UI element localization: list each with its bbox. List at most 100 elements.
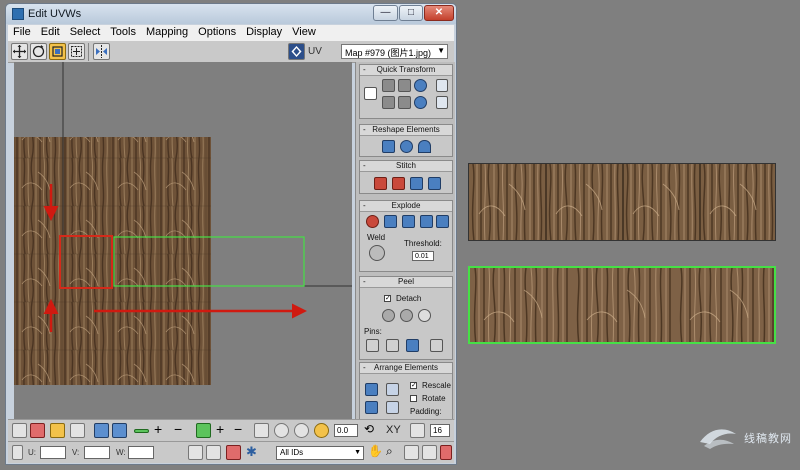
snap-icon[interactable]: ✱ bbox=[246, 445, 261, 460]
paint-brush-size-icon[interactable] bbox=[274, 423, 289, 438]
ring-grow-icon[interactable] bbox=[134, 429, 149, 433]
space-horizontal-icon[interactable] bbox=[436, 79, 448, 92]
align-diagonal-icon[interactable] bbox=[398, 79, 411, 92]
peel-mode-icon[interactable] bbox=[400, 309, 413, 322]
explode-header[interactable]: - Explode bbox=[360, 201, 452, 212]
soft-select-icon[interactable] bbox=[314, 423, 329, 438]
reshape-elements-header[interactable]: - Reshape Elements bbox=[360, 125, 452, 136]
stitch-to-source-icon[interactable] bbox=[410, 177, 423, 190]
polygon-mode-icon[interactable] bbox=[50, 423, 65, 438]
top-toolbar: UV Map #979 (图片1.jpg) ▼ bbox=[8, 41, 454, 63]
loop-grow-icon[interactable]: + bbox=[154, 422, 169, 438]
menu-mapping[interactable]: Mapping bbox=[141, 25, 193, 41]
align-vertical-icon[interactable] bbox=[382, 79, 395, 92]
shrink-selection-icon[interactable] bbox=[112, 423, 127, 438]
vertex-mode-icon[interactable] bbox=[12, 423, 27, 438]
quick-peel-icon[interactable] bbox=[382, 309, 395, 322]
absolute-mode-icon[interactable] bbox=[12, 445, 23, 460]
arrange-elements-header[interactable]: - Arrange Elements bbox=[360, 363, 452, 374]
rotate-cw-icon[interactable] bbox=[414, 79, 427, 92]
relax-until-flat-icon[interactable] bbox=[418, 140, 431, 153]
texture-map-dropdown[interactable]: Map #979 (图片1.jpg) ▼ bbox=[341, 44, 448, 59]
peel-header[interactable]: - Peel bbox=[360, 277, 452, 288]
uv-canvas[interactable] bbox=[14, 62, 352, 420]
checker-map-icon[interactable] bbox=[288, 43, 305, 60]
stitch-to-target-icon[interactable] bbox=[374, 177, 387, 190]
edge-mode-icon[interactable] bbox=[30, 423, 45, 438]
space-vertical-icon[interactable] bbox=[436, 96, 448, 109]
stitch-average-icon[interactable] bbox=[392, 177, 405, 190]
ring-grow-plus-icon[interactable]: + bbox=[216, 422, 231, 438]
rotate-tool-icon[interactable] bbox=[30, 43, 47, 60]
menu-select[interactable]: Select bbox=[65, 25, 106, 41]
flatten-by-smoothing-icon[interactable] bbox=[402, 215, 415, 228]
material-id-dropdown[interactable]: All IDs ▼ bbox=[276, 446, 364, 460]
filter-selected-faces-icon[interactable] bbox=[206, 445, 221, 460]
detach-checkbox[interactable]: ✓ bbox=[384, 295, 391, 302]
w-coordinate-input[interactable] bbox=[128, 446, 154, 459]
flatten-by-material-icon[interactable] bbox=[420, 215, 433, 228]
threshold-input[interactable]: 0.01 bbox=[412, 251, 434, 261]
redirect-arrow-icon[interactable]: ⟲ bbox=[364, 423, 379, 438]
menu-tools[interactable]: Tools bbox=[105, 25, 141, 41]
title-bar[interactable]: Edit UVWs — □ ✕ bbox=[6, 4, 456, 24]
weld-target-icon[interactable] bbox=[369, 245, 385, 261]
detach-edge-icon[interactable] bbox=[436, 215, 449, 228]
zoom-region-icon[interactable] bbox=[404, 445, 419, 460]
angle-input[interactable]: 0.0 bbox=[334, 424, 358, 437]
grid-snap-icon[interactable] bbox=[440, 445, 452, 460]
point-to-point-seam-icon[interactable] bbox=[386, 339, 399, 352]
minimize-button[interactable]: — bbox=[373, 5, 398, 21]
v-coordinate-input[interactable] bbox=[84, 446, 110, 459]
flatten-icon[interactable] bbox=[384, 215, 397, 228]
zoom-icon[interactable]: ⌕ bbox=[386, 445, 401, 460]
loop-shrink-icon[interactable]: − bbox=[174, 422, 189, 438]
show-hidden-icon[interactable] bbox=[226, 445, 241, 460]
freeform-tool-icon[interactable] bbox=[68, 43, 85, 60]
grow-selection-icon[interactable] bbox=[94, 423, 109, 438]
zoom-input[interactable]: 16 bbox=[430, 424, 450, 437]
pack-custom-icon[interactable] bbox=[365, 383, 378, 396]
menu-file[interactable]: File bbox=[8, 25, 36, 41]
ring-select-icon[interactable] bbox=[196, 423, 211, 438]
paint-select-icon[interactable] bbox=[254, 423, 269, 438]
straighten-icon[interactable] bbox=[398, 96, 411, 109]
rotate-checkbox[interactable] bbox=[410, 395, 417, 402]
straighten-selection-icon[interactable] bbox=[382, 140, 395, 153]
xy-toggle[interactable]: XY bbox=[386, 424, 401, 436]
stitch-custom-icon[interactable] bbox=[428, 177, 441, 190]
menu-display[interactable]: Display bbox=[241, 25, 287, 41]
break-icon[interactable] bbox=[366, 215, 379, 228]
scale-tool-icon[interactable] bbox=[49, 43, 66, 60]
element-mode-icon[interactable] bbox=[70, 423, 85, 438]
pack-together-icon[interactable] bbox=[365, 401, 378, 414]
pan-hand-icon[interactable]: ✋ bbox=[368, 445, 383, 460]
maximize-button[interactable]: □ bbox=[399, 5, 423, 21]
zoom-extents-icon[interactable] bbox=[422, 445, 437, 460]
expand-seam-icon[interactable] bbox=[430, 339, 443, 352]
pin-selected-icon[interactable] bbox=[406, 339, 419, 352]
set-pivot-icon[interactable] bbox=[364, 87, 377, 100]
stitch-header[interactable]: - Stitch bbox=[360, 161, 452, 172]
close-button[interactable]: ✕ bbox=[424, 5, 454, 21]
menu-view[interactable]: View bbox=[287, 25, 321, 41]
ring-shrink-minus-icon[interactable]: − bbox=[234, 422, 249, 438]
rescale-elements-icon[interactable] bbox=[386, 401, 399, 414]
u-coordinate-input[interactable] bbox=[40, 446, 66, 459]
lock-selection-icon[interactable] bbox=[188, 445, 203, 460]
move-tool-icon[interactable] bbox=[11, 43, 28, 60]
edit-seams-icon[interactable] bbox=[366, 339, 379, 352]
pack-normalize-icon[interactable] bbox=[386, 383, 399, 396]
menu-edit[interactable]: Edit bbox=[36, 25, 65, 41]
uv-editor-viewport[interactable] bbox=[14, 62, 352, 420]
paint-brush-shrink-icon[interactable] bbox=[294, 423, 309, 438]
menu-options[interactable]: Options bbox=[193, 25, 241, 41]
rotate-ccw-icon[interactable] bbox=[414, 96, 427, 109]
rescale-checkbox[interactable]: ✓ bbox=[410, 382, 417, 389]
pan-toolbar-icon[interactable] bbox=[410, 423, 425, 438]
quick-transform-header[interactable]: - Quick Transform bbox=[360, 65, 452, 76]
align-horizontal-icon[interactable] bbox=[382, 96, 395, 109]
mirror-tool-icon[interactable] bbox=[93, 43, 110, 60]
reset-peel-icon[interactable] bbox=[418, 309, 431, 322]
relax-icon[interactable] bbox=[400, 140, 413, 153]
